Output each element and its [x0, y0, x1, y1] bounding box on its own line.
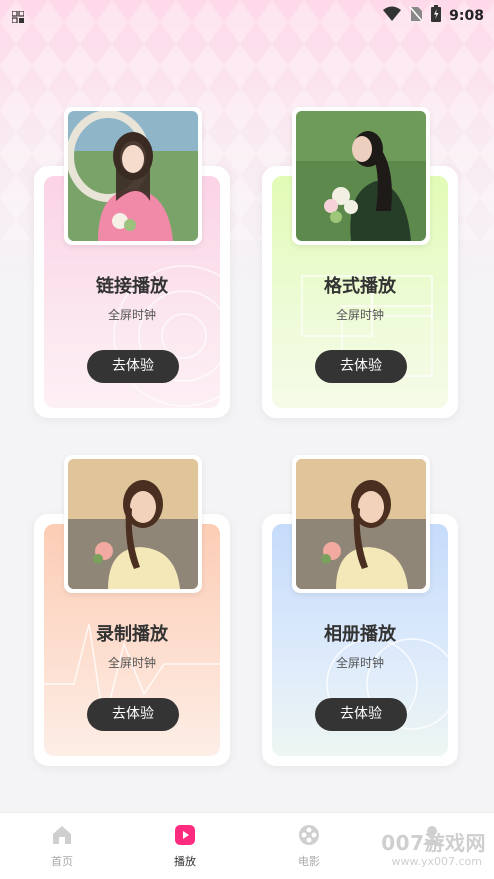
card-photo — [292, 107, 430, 245]
nav-label: 播放 — [174, 855, 196, 868]
try-button[interactable]: 去体验 — [315, 350, 407, 383]
card-photo — [292, 455, 430, 593]
play-icon — [174, 824, 196, 846]
watermark-main: 007游戏网 — [381, 831, 486, 855]
battery-icon — [431, 5, 442, 26]
wifi-icon — [383, 6, 402, 26]
nav-label: 电影 — [298, 855, 320, 868]
card-title: 格式播放 — [324, 276, 396, 297]
nav-item-play[interactable]: 播放 — [135, 813, 235, 879]
nav-label: 首页 — [51, 855, 73, 868]
card-subtitle: 全屏时钟 — [335, 656, 384, 670]
card-photo — [64, 107, 202, 245]
no-sim-icon — [409, 6, 423, 26]
nav-item-home[interactable]: 首页 — [12, 813, 112, 879]
card-subtitle: 全屏时钟 — [107, 656, 156, 670]
app-grid-icon — [11, 8, 25, 27]
card-title: 相册播放 — [324, 624, 396, 645]
watermark-url: www.yx007.com — [391, 855, 482, 868]
try-button[interactable]: 去体验 — [315, 698, 407, 731]
card-title: 录制播放 — [96, 624, 168, 645]
card-subtitle: 全屏时钟 — [107, 308, 156, 322]
try-button[interactable]: 去体验 — [87, 350, 179, 383]
try-button[interactable]: 去体验 — [87, 698, 179, 731]
card-photo — [64, 455, 202, 593]
card-subtitle: 全屏时钟 — [335, 308, 384, 322]
status-bar: 9:08 — [0, 0, 494, 28]
site-watermark: 007游戏网 www.yx007.com — [378, 827, 488, 875]
bottom-navigation: 首页 播放 电影 007游戏网 www.yx007.com — [0, 812, 494, 879]
film-reel-icon — [298, 824, 320, 846]
home-icon — [51, 824, 73, 846]
status-time: 9:08 — [449, 7, 484, 24]
card-title: 链接播放 — [96, 276, 168, 297]
nav-item-movie[interactable]: 电影 — [259, 813, 359, 879]
